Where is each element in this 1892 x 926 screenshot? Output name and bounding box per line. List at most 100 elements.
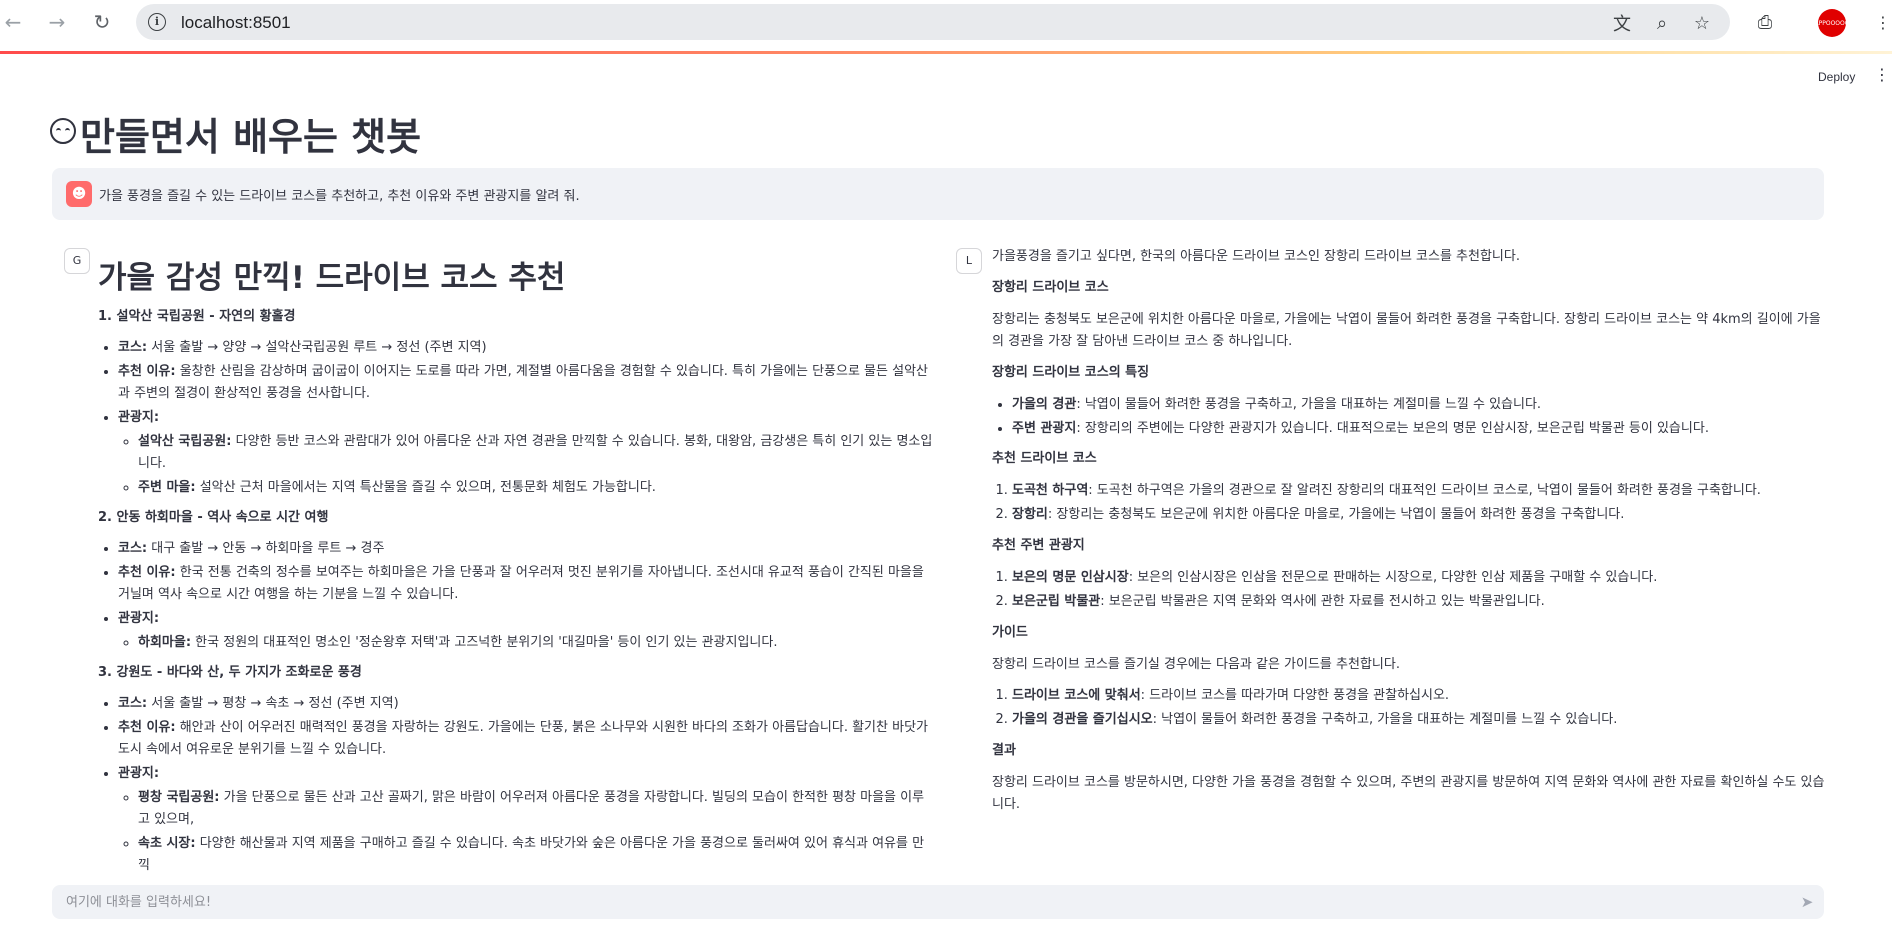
reason-text: 한국 전통 건축의 정수를 보여주는 하회마을은 가을 단풍과 잘 어우러져 멋… — [118, 565, 924, 602]
guide-text: : 드라이브 코스를 따라가며 다양한 풍경을 관찰하십시오. — [1140, 688, 1450, 703]
spot-item: 평창 국립공원: 가을 단풍으로 물든 산과 고산 골짜기, 맑은 바람이 어우… — [138, 787, 934, 831]
spot-item: 설악산 국립공원: 다양한 등반 코스와 관람대가 있어 아름다운 산과 자연 … — [138, 431, 934, 475]
recommend-label: 도곡천 하구역 — [1012, 483, 1089, 498]
zoom-icon[interactable]: ⌕ — [1651, 13, 1673, 34]
browser-menu-icon[interactable]: ⋮ — [1870, 9, 1892, 35]
guide-item: 드라이브 코스에 맞춰서: 드라이브 코스를 따라가며 다양한 풍경을 관찰하십… — [1012, 685, 1826, 707]
course-description: 장항리는 충청북도 보은군에 위치한 아름다운 마을로, 가을에는 낙엽이 물들… — [992, 312, 1821, 349]
spots-item: 관광지: 하회마을: 한국 정원의 대표적인 명소인 '정순왕후 저택'과 고즈… — [118, 608, 934, 654]
section-heading: 3. 강원도 - 바다와 산, 두 가지가 조화로운 풍경 — [98, 665, 362, 680]
course-item: 코스: 서울 출발 → 양양 → 설악산국립공원 루트 → 정선 (주변 지역) — [118, 337, 934, 359]
spot-name: 설악산 국립공원: — [138, 434, 232, 449]
spot-item: 속초 시장: 다양한 해산물과 지역 제품을 구매하고 즐길 수 있습니다. 속… — [138, 833, 934, 871]
spot-desc: 설악산 근처 마을에서는 지역 특산물을 즐길 수 있으며, 전통문화 체험도 … — [195, 480, 656, 495]
send-icon[interactable]: ➤ — [1798, 893, 1816, 911]
section-list: 코스: 서울 출발 → 양양 → 설악산국립공원 루트 → 정선 (주변 지역)… — [98, 337, 934, 499]
spot-desc: 다양한 해산물과 지역 제품을 구매하고 즐길 수 있습니다. 속초 바닷가와 … — [138, 836, 925, 871]
course-item: 코스: 서울 출발 → 평창 → 속초 → 정선 (주변 지역) — [118, 693, 934, 715]
spots-list: 하회마을: 한국 정원의 대표적인 명소인 '정순왕후 저택'과 고즈넉한 분위… — [118, 632, 934, 654]
right-response-content: 가을풍경을 즐기고 싶다면, 한국의 아름다운 드라이브 코스인 장항리 드라이… — [992, 246, 1826, 825]
spots-item: 관광지: 설악산 국립공원: 다양한 등반 코스와 관람대가 있어 아름다운 산… — [118, 407, 934, 499]
intro-text: 가을풍경을 즐기고 싶다면, 한국의 아름다운 드라이브 코스인 장항리 드라이… — [992, 249, 1520, 264]
course-item: 코스: 대구 출발 → 안동 → 하회마을 루트 → 경주 — [118, 538, 934, 560]
recommend-text: : 장항리는 충청북도 보은군에 위치한 아름다운 마을로, 가을에는 낙엽이 … — [1047, 507, 1625, 522]
heading-recommend: 추천 드라이브 코스 — [992, 451, 1097, 466]
reason-text: 해안과 산이 어우러진 매력적인 풍경을 자랑하는 강원도. 가을에는 단풍, … — [118, 720, 928, 757]
guide-text: : 낙엽이 물들어 화려한 풍경을 구축하고, 가을을 대표하는 계절미를 느낄… — [1152, 712, 1618, 727]
deploy-button[interactable]: Deploy — [1818, 70, 1855, 84]
forward-icon[interactable]: → — [44, 9, 70, 35]
smiley-icon — [50, 118, 76, 144]
chat-input[interactable] — [66, 893, 1766, 911]
guide-item: 가을의 경관을 즐기십시오: 낙엽이 물들어 화려한 풍경을 구축하고, 가을을… — [1012, 709, 1826, 731]
spots-label: 관광지: — [118, 766, 160, 781]
course-text: 서울 출발 → 양양 → 설악산국립공원 루트 → 정선 (주변 지역) — [147, 340, 487, 355]
address-bar[interactable]: i localhost:8501 文 ⌕ ☆ — [136, 4, 1730, 40]
chat-input-container: ➤ — [52, 885, 1824, 919]
heading-nearby: 추천 주변 관광지 — [992, 538, 1085, 553]
reason-item: 추천 이유: 해안과 산이 어우러진 매력적인 풍경을 자랑하는 강원도. 가을… — [118, 717, 934, 761]
spots-list: 평창 국립공원: 가을 단풍으로 물든 산과 고산 골짜기, 맑은 바람이 어우… — [118, 787, 934, 871]
spot-desc: 한국 정원의 대표적인 명소인 '정순왕후 저택'과 고즈넉한 분위기의 '대길… — [191, 635, 778, 650]
heading-guide: 가이드 — [992, 625, 1028, 640]
main-menu-icon[interactable]: ⋮ — [1874, 67, 1890, 83]
nearby-list: 보은의 명문 인삼시장: 보은의 인삼시장은 인삼을 전문으로 판매하는 시장으… — [992, 567, 1826, 613]
spots-label: 관광지: — [118, 410, 160, 425]
spot-item: 주변 마을: 설악산 근처 마을에서는 지역 특산물을 즐길 수 있으며, 전통… — [138, 477, 934, 499]
guide-label: 가을의 경관을 즐기십시오 — [1012, 712, 1153, 727]
reason-label: 추천 이유: — [118, 364, 176, 379]
spot-desc: 가을 단풍으로 물든 산과 고산 골짜기, 맑은 바람이 어우러져 아름다운 풍… — [138, 790, 925, 827]
header-decoration-bar — [0, 51, 1892, 54]
spot-name: 평창 국립공원: — [138, 790, 220, 805]
spot-name: 하회마을: — [138, 635, 192, 650]
profile-avatar[interactable]: APPOOOOO — [1815, 9, 1849, 37]
translate-icon[interactable]: 文 — [1611, 13, 1633, 35]
recommend-item: 장항리: 장항리는 충청북도 보은군에 위치한 아름다운 마을로, 가을에는 낙… — [1012, 504, 1826, 526]
feature-item: 주변 관광지: 장항리의 주변에는 다양한 관광지가 있습니다. 대표적으로는 … — [1012, 418, 1826, 440]
spots-item: 관광지: 평창 국립공원: 가을 단풍으로 물든 산과 고산 골짜기, 맑은 바… — [118, 763, 934, 871]
reason-label: 추천 이유: — [118, 565, 176, 580]
nearby-item: 보은의 명문 인삼시장: 보은의 인삼시장은 인삼을 전문으로 판매하는 시장으… — [1012, 567, 1826, 589]
course-label: 코스: — [118, 340, 148, 355]
assistant-avatar-l: L — [956, 248, 982, 274]
section-list: 코스: 서울 출발 → 평창 → 속초 → 정선 (주변 지역) 추천 이유: … — [98, 693, 934, 871]
course-text: 서울 출발 → 평창 → 속초 → 정선 (주변 지역) — [147, 696, 399, 711]
spot-name: 속초 시장: — [138, 836, 196, 851]
nearby-label: 보은의 명문 인삼시장 — [1012, 570, 1129, 585]
bookmark-star-icon[interactable]: ☆ — [1691, 13, 1713, 34]
user-message-text: 가을 풍경을 즐길 수 있는 드라이브 코스를 추천하고, 추천 이유와 주변 … — [99, 189, 580, 204]
spots-label: 관광지: — [118, 611, 160, 626]
reload-icon[interactable]: ↻ — [89, 9, 115, 35]
user-avatar-icon: ☻ — [66, 181, 92, 207]
spot-name: 주변 마을: — [138, 480, 196, 495]
features-list: 가을의 경관: 낙엽이 물들어 화려한 풍경을 구축하고, 가을을 대표하는 계… — [992, 394, 1826, 440]
profile-label: APPOOOOO — [1814, 19, 1850, 27]
guide-label: 드라이브 코스에 맞춰서 — [1012, 688, 1141, 703]
address-url[interactable]: localhost:8501 — [181, 13, 291, 33]
section-list: 코스: 대구 출발 → 안동 → 하회마을 루트 → 경주 추천 이유: 한국 … — [98, 538, 934, 654]
heading-features: 장항리 드라이브 코스의 특징 — [992, 365, 1150, 380]
user-chat-message: ☻ 가을 풍경을 즐길 수 있는 드라이브 코스를 추천하고, 추천 이유와 주… — [52, 168, 1824, 220]
response-title: 가을 감성 만끽! 드라이브 코스 추천 — [98, 260, 566, 296]
assistant-avatar-g: G — [64, 248, 90, 274]
recommend-list: 도곡천 하구역: 도곡천 하구역은 가을의 경관으로 잘 알려진 장항리의 대표… — [992, 480, 1826, 526]
nearby-text: : 보은군립 박물관은 지역 문화와 역사에 관한 자료를 전시하고 있는 박물… — [1100, 594, 1545, 609]
heading-course: 장항리 드라이브 코스 — [992, 280, 1109, 295]
reason-item: 추천 이유: 울창한 산림을 감상하며 굽이굽이 이어지는 도로를 따라 가면,… — [118, 361, 934, 405]
feature-text: : 낙엽이 물들어 화려한 풍경을 구축하고, 가을을 대표하는 계절미를 느낄… — [1076, 397, 1542, 412]
nearby-text: : 보은의 인삼시장은 인삼을 전문으로 판매하는 시장으로, 다양한 인삼 제… — [1128, 570, 1658, 585]
recommend-label: 장항리 — [1012, 507, 1048, 522]
site-info-icon[interactable]: i — [148, 13, 166, 31]
back-icon[interactable]: ← — [0, 9, 26, 35]
recommend-item: 도곡천 하구역: 도곡천 하구역은 가을의 경관으로 잘 알려진 장항리의 대표… — [1012, 480, 1826, 502]
heading-result: 결과 — [992, 743, 1016, 758]
feature-text: : 장항리의 주변에는 다양한 관광지가 있습니다. 대표적으로는 보은의 명문… — [1076, 421, 1709, 436]
feature-label: 주변 관광지 — [1012, 421, 1077, 436]
assistant-message-left: G 가을 감성 만끽! 드라이브 코스 추천 1. 설악산 국립공원 - 자연의… — [64, 246, 934, 871]
nearby-label: 보은군립 박물관 — [1012, 594, 1101, 609]
course-text: 대구 출발 → 안동 → 하회마을 루트 → 경주 — [147, 541, 385, 556]
guide-intro: 장항리 드라이브 코스를 즐기실 경우에는 다음과 같은 가이드를 추천합니다. — [992, 657, 1400, 672]
spots-list: 설악산 국립공원: 다양한 등반 코스와 관람대가 있어 아름다운 산과 자연 … — [118, 431, 934, 499]
extensions-icon[interactable]: ⎙ — [1752, 9, 1778, 35]
reason-label: 추천 이유: — [118, 720, 176, 735]
